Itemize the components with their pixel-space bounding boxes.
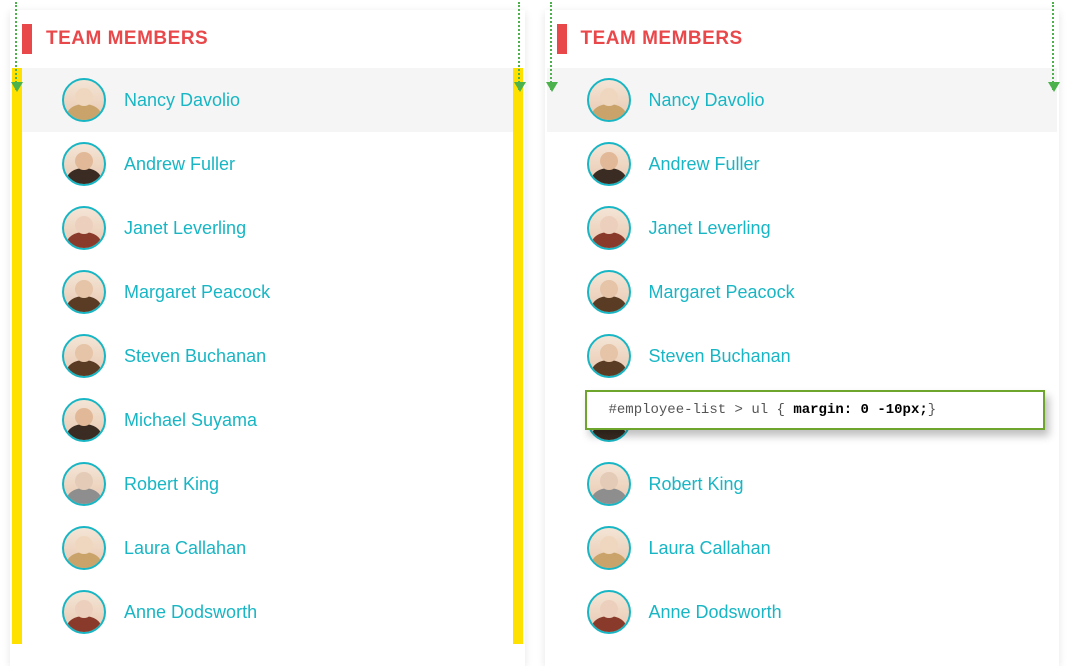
member-name: Margaret Peacock	[124, 282, 270, 303]
guide-arrow-left	[550, 2, 552, 90]
list-item[interactable]: Robert King	[547, 452, 1058, 516]
avatar	[587, 590, 631, 634]
employee-list-wrap: Nancy Davolio Andrew Fuller Janet Leverlin…	[12, 68, 523, 644]
list-item[interactable]: Anne Dodsworth	[22, 580, 513, 644]
panel-before: TEAM MEMBERS Nancy Davolio Andrew Fuller J…	[0, 0, 535, 666]
employee-list: Nancy Davolio Andrew Fuller Janet Leverlin…	[547, 68, 1058, 644]
avatar	[62, 270, 106, 314]
member-name: Laura Callahan	[124, 538, 246, 559]
member-name: Michael Suyama	[124, 410, 257, 431]
panel-after: TEAM MEMBERS Nancy Davolio Andrew Fuller J…	[535, 0, 1069, 666]
code-text-prefix: #employee-list > ul {	[609, 402, 794, 418]
list-item[interactable]: Margaret Peacock	[547, 260, 1058, 324]
code-text-bold: margin: 0 -10px;	[793, 402, 927, 418]
guide-arrow-left	[15, 2, 17, 90]
code-text-suffix: }	[928, 402, 936, 418]
avatar	[62, 398, 106, 442]
avatar	[62, 206, 106, 250]
list-item[interactable]: Janet Leverling	[547, 196, 1058, 260]
member-name: Nancy Davolio	[649, 90, 765, 111]
list-item[interactable]: Robert King	[22, 452, 513, 516]
guide-arrow-right	[1052, 2, 1054, 90]
section-title: TEAM MEMBERS	[46, 28, 208, 50]
member-name: Margaret Peacock	[649, 282, 795, 303]
list-item[interactable]: Nancy Davolio	[22, 68, 513, 132]
panel-surface: TEAM MEMBERS Nancy Davolio Andrew Fuller J…	[10, 10, 525, 666]
list-item[interactable]: Nancy Davolio	[547, 68, 1058, 132]
avatar	[62, 590, 106, 634]
accent-bar-icon	[22, 24, 32, 54]
member-name: Laura Callahan	[649, 538, 771, 559]
member-name: Steven Buchanan	[124, 346, 266, 367]
member-name: Robert King	[124, 474, 219, 495]
section-header: TEAM MEMBERS	[557, 24, 1048, 54]
list-item[interactable]: Steven Buchanan	[547, 324, 1058, 388]
list-item[interactable]: Steven Buchanan	[22, 324, 513, 388]
member-name: Robert King	[649, 474, 744, 495]
accent-bar-icon	[557, 24, 567, 54]
avatar	[62, 462, 106, 506]
avatar	[587, 206, 631, 250]
employee-list-wrap: Nancy Davolio Andrew Fuller Janet Leverlin…	[547, 68, 1058, 644]
guide-arrow-right	[518, 2, 520, 90]
avatar	[62, 334, 106, 378]
avatar	[587, 78, 631, 122]
member-name: Janet Leverling	[649, 218, 771, 239]
avatar	[62, 142, 106, 186]
avatar	[587, 142, 631, 186]
avatar	[587, 270, 631, 314]
member-name: Nancy Davolio	[124, 90, 240, 111]
avatar	[62, 526, 106, 570]
member-name: Andrew Fuller	[124, 154, 235, 175]
section-header: TEAM MEMBERS	[22, 24, 513, 54]
section-title: TEAM MEMBERS	[581, 28, 743, 50]
member-name: Andrew Fuller	[649, 154, 760, 175]
avatar	[587, 526, 631, 570]
list-item[interactable]: Janet Leverling	[22, 196, 513, 260]
code-callout: #employee-list > ul { margin: 0 -10px;}	[585, 390, 1045, 430]
list-item[interactable]: Anne Dodsworth	[547, 580, 1058, 644]
list-item[interactable]: Andrew Fuller	[22, 132, 513, 196]
list-item[interactable]: Margaret Peacock	[22, 260, 513, 324]
list-item[interactable]: Laura Callahan	[547, 516, 1058, 580]
avatar	[587, 462, 631, 506]
member-name: Steven Buchanan	[649, 346, 791, 367]
avatar	[587, 334, 631, 378]
panel-surface: TEAM MEMBERS Nancy Davolio Andrew Fuller J…	[545, 10, 1060, 666]
list-item[interactable]: Michael Suyama	[22, 388, 513, 452]
avatar	[62, 78, 106, 122]
list-item[interactable]: Andrew Fuller	[547, 132, 1058, 196]
employee-list: Nancy Davolio Andrew Fuller Janet Leverlin…	[22, 68, 513, 644]
list-item[interactable]: Laura Callahan	[22, 516, 513, 580]
member-name: Anne Dodsworth	[649, 602, 782, 623]
member-name: Janet Leverling	[124, 218, 246, 239]
member-name: Anne Dodsworth	[124, 602, 257, 623]
